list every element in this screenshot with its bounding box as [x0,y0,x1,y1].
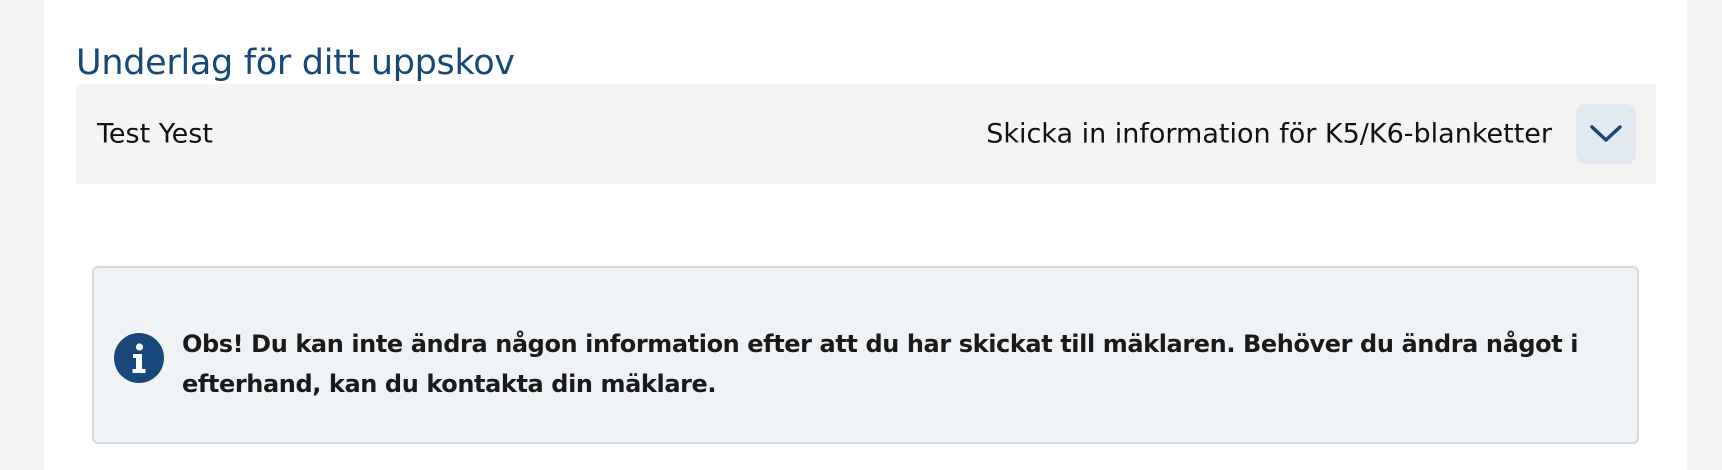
accordion-header[interactable]: Test Yest Skicka in information för K5/K… [76,84,1656,184]
notice-text: Obs! Du kan inte ändra någon information… [182,330,1579,398]
chevron-down-icon [1590,125,1622,142]
accordion-action-label[interactable]: Skicka in information för K5/K6-blankett… [986,119,1552,150]
content-card: Underlag för ditt uppskov Test Yest Skic… [44,0,1687,470]
info-icon [114,333,164,383]
info-notice: Obs! Du kan inte ändra någon information… [92,266,1639,444]
accordion-name: Test Yest [97,118,213,150]
expand-button[interactable] [1576,104,1636,164]
section-title: Underlag för ditt uppskov [76,43,515,83]
